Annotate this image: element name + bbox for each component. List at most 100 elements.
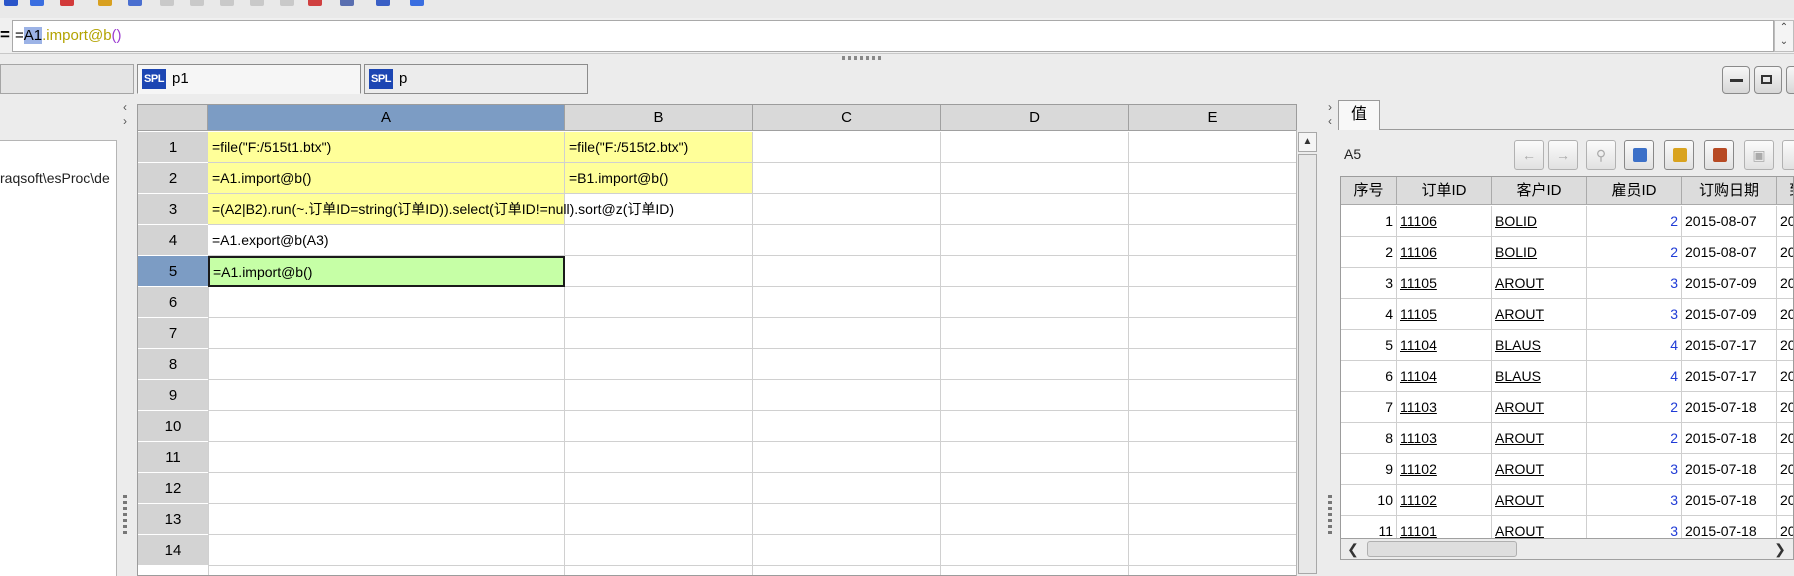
table-cell-order-date[interactable]: 2015-07-18 xyxy=(1682,423,1777,454)
table-cell-order-id[interactable]: 11106 xyxy=(1397,237,1492,268)
column-header[interactable]: 雇员ID xyxy=(1587,177,1682,205)
table-cell-employee-id[interactable]: 3 xyxy=(1587,268,1682,299)
table-cell-next[interactable]: 20 xyxy=(1777,330,1793,361)
preview-button[interactable]: ⚲ xyxy=(1586,140,1616,170)
toolbar-arrow-icon[interactable] xyxy=(410,0,424,6)
column-header[interactable]: 客户ID xyxy=(1492,177,1587,205)
horizontal-splitter[interactable] xyxy=(0,54,1794,62)
table-cell-order-id[interactable]: 11102 xyxy=(1397,485,1492,516)
toolbar-run-icon[interactable] xyxy=(30,0,44,6)
row-header-selected[interactable]: 5 xyxy=(138,256,208,287)
table-cell-next[interactable]: 20 xyxy=(1777,485,1793,516)
table-cell-customer-id[interactable]: AROUT xyxy=(1492,454,1587,485)
table-cell-employee-id[interactable]: 3 xyxy=(1587,454,1682,485)
splitter-grip-icon[interactable] xyxy=(842,56,884,60)
toolbar-save-icon[interactable] xyxy=(4,0,18,6)
column-header-d[interactable]: D xyxy=(941,105,1129,131)
toolbar-calculator-icon[interactable] xyxy=(340,0,354,6)
scrollbar-thumb[interactable] xyxy=(1298,154,1317,574)
table-cell-order-id[interactable]: 11106 xyxy=(1397,206,1492,237)
table-cell-order-id[interactable]: 11105 xyxy=(1397,299,1492,330)
table-cell-customer-id[interactable]: BLAUS xyxy=(1492,330,1587,361)
minimize-button[interactable] xyxy=(1722,66,1750,94)
table-cell-order-id[interactable]: 11104 xyxy=(1397,330,1492,361)
cell-a2[interactable]: =A1.import@b() xyxy=(208,163,565,194)
chart-button[interactable] xyxy=(1704,140,1734,170)
table-cell-customer-id[interactable]: AROUT xyxy=(1492,299,1587,330)
column-header-a[interactable]: A xyxy=(208,105,565,131)
column-header-e[interactable]: E xyxy=(1129,105,1296,131)
table-cell-order-date[interactable]: 2015-07-09 xyxy=(1682,268,1777,299)
grid-corner[interactable] xyxy=(138,105,208,131)
table-cell-order-id[interactable]: 11102 xyxy=(1397,454,1492,485)
column-header[interactable]: 到 xyxy=(1777,177,1793,205)
grid-vertical-scrollbar[interactable]: ▲ xyxy=(1296,130,1318,576)
table-cell-next[interactable]: 20 xyxy=(1777,392,1793,423)
chevron-down-icon[interactable]: ⌄ xyxy=(1775,35,1793,49)
tab-p[interactable]: SPL p xyxy=(364,64,588,94)
table-cell-order-date[interactable]: 2015-07-18 xyxy=(1682,392,1777,423)
table-cell-idx[interactable]: 6 xyxy=(1341,361,1397,392)
table-cell-customer-id[interactable]: AROUT xyxy=(1492,268,1587,299)
table-cell-idx[interactable]: 10 xyxy=(1341,485,1397,516)
scrollbar-thumb[interactable] xyxy=(1367,541,1517,557)
table-cell-employee-id[interactable]: 2 xyxy=(1587,423,1682,454)
copy-button[interactable] xyxy=(1624,140,1654,170)
toolbar-debug-icon[interactable] xyxy=(98,0,112,6)
chevron-left-icon[interactable]: ❮ xyxy=(1342,540,1364,558)
table-cell-next[interactable]: 20 xyxy=(1777,268,1793,299)
table-cell-idx[interactable]: 7 xyxy=(1341,392,1397,423)
cell-b1[interactable]: =file("F:/515t2.btx") xyxy=(565,132,753,163)
table-cell-idx[interactable]: 3 xyxy=(1341,268,1397,299)
row-header[interactable]: 6 xyxy=(138,287,208,318)
table-cell-idx[interactable]: 5 xyxy=(1341,330,1397,361)
table-cell-customer-id[interactable]: BLAUS xyxy=(1492,361,1587,392)
row-header[interactable]: 2 xyxy=(138,163,208,194)
table-cell-employee-id[interactable]: 3 xyxy=(1587,485,1682,516)
table-cell-order-date[interactable]: 2015-07-09 xyxy=(1682,299,1777,330)
column-header[interactable]: 序号 xyxy=(1341,177,1397,205)
row-header[interactable]: 10 xyxy=(138,411,208,442)
row-header[interactable]: 1 xyxy=(138,132,208,163)
toolbar-step-icon[interactable] xyxy=(128,0,142,6)
row-header[interactable]: 12 xyxy=(138,473,208,504)
table-cell-next[interactable]: 20 xyxy=(1777,361,1793,392)
cell-a3[interactable]: =(A2|B2).run(~.订单ID=string(订单ID)).select… xyxy=(208,194,674,225)
formula-scroll-buttons[interactable]: ⌃ ⌄ xyxy=(1774,20,1794,52)
chevron-left-icon[interactable]: › ‹ xyxy=(1326,100,1334,128)
more-button[interactable] xyxy=(1782,140,1794,170)
table-cell-next[interactable]: 20 xyxy=(1777,454,1793,485)
table-cell-customer-id[interactable]: BOLID xyxy=(1492,237,1587,268)
chevron-right-icon[interactable]: ❯ xyxy=(1769,540,1791,558)
toolbar-disabled-icon[interactable] xyxy=(280,0,294,6)
table-cell-order-date[interactable]: 2015-07-17 xyxy=(1682,330,1777,361)
toolbar-help-icon[interactable] xyxy=(376,0,390,6)
toolbar-redo-icon[interactable] xyxy=(250,0,264,6)
value-table-horizontal-scrollbar[interactable]: ❮ ❯ xyxy=(1340,538,1794,560)
row-header[interactable]: 13 xyxy=(138,504,208,535)
toolbar-breakpoint-icon[interactable] xyxy=(308,0,322,6)
table-cell-idx[interactable]: 1 xyxy=(1341,206,1397,237)
column-header-c[interactable]: C xyxy=(753,105,941,131)
table-cell-idx[interactable]: 2 xyxy=(1341,237,1397,268)
table-cell-order-date[interactable]: 2015-07-18 xyxy=(1682,454,1777,485)
chevron-up-icon[interactable]: ⌃ xyxy=(1775,21,1793,35)
column-header[interactable]: 订购日期 xyxy=(1682,177,1777,205)
tab-value[interactable]: 值 xyxy=(1338,100,1380,130)
file-explorer[interactable] xyxy=(0,140,117,576)
toolbar-stop-icon[interactable] xyxy=(60,0,74,6)
splitter-grip-icon[interactable] xyxy=(123,495,127,537)
toolbar-disabled-icon[interactable] xyxy=(160,0,174,6)
table-view-button[interactable] xyxy=(1664,140,1694,170)
table-cell-next[interactable]: 20 xyxy=(1777,423,1793,454)
table-cell-employee-id[interactable]: 2 xyxy=(1587,206,1682,237)
table-cell-order-id[interactable]: 11103 xyxy=(1397,423,1492,454)
row-header[interactable]: 8 xyxy=(138,349,208,380)
table-cell-next[interactable]: 20 xyxy=(1777,237,1793,268)
table-cell-idx[interactable]: 4 xyxy=(1341,299,1397,330)
row-header[interactable]: 7 xyxy=(138,318,208,349)
export-button[interactable]: ▣ xyxy=(1744,140,1774,170)
forward-button[interactable]: → xyxy=(1548,140,1578,170)
table-cell-customer-id[interactable]: AROUT xyxy=(1492,423,1587,454)
table-cell-order-id[interactable]: 11103 xyxy=(1397,392,1492,423)
